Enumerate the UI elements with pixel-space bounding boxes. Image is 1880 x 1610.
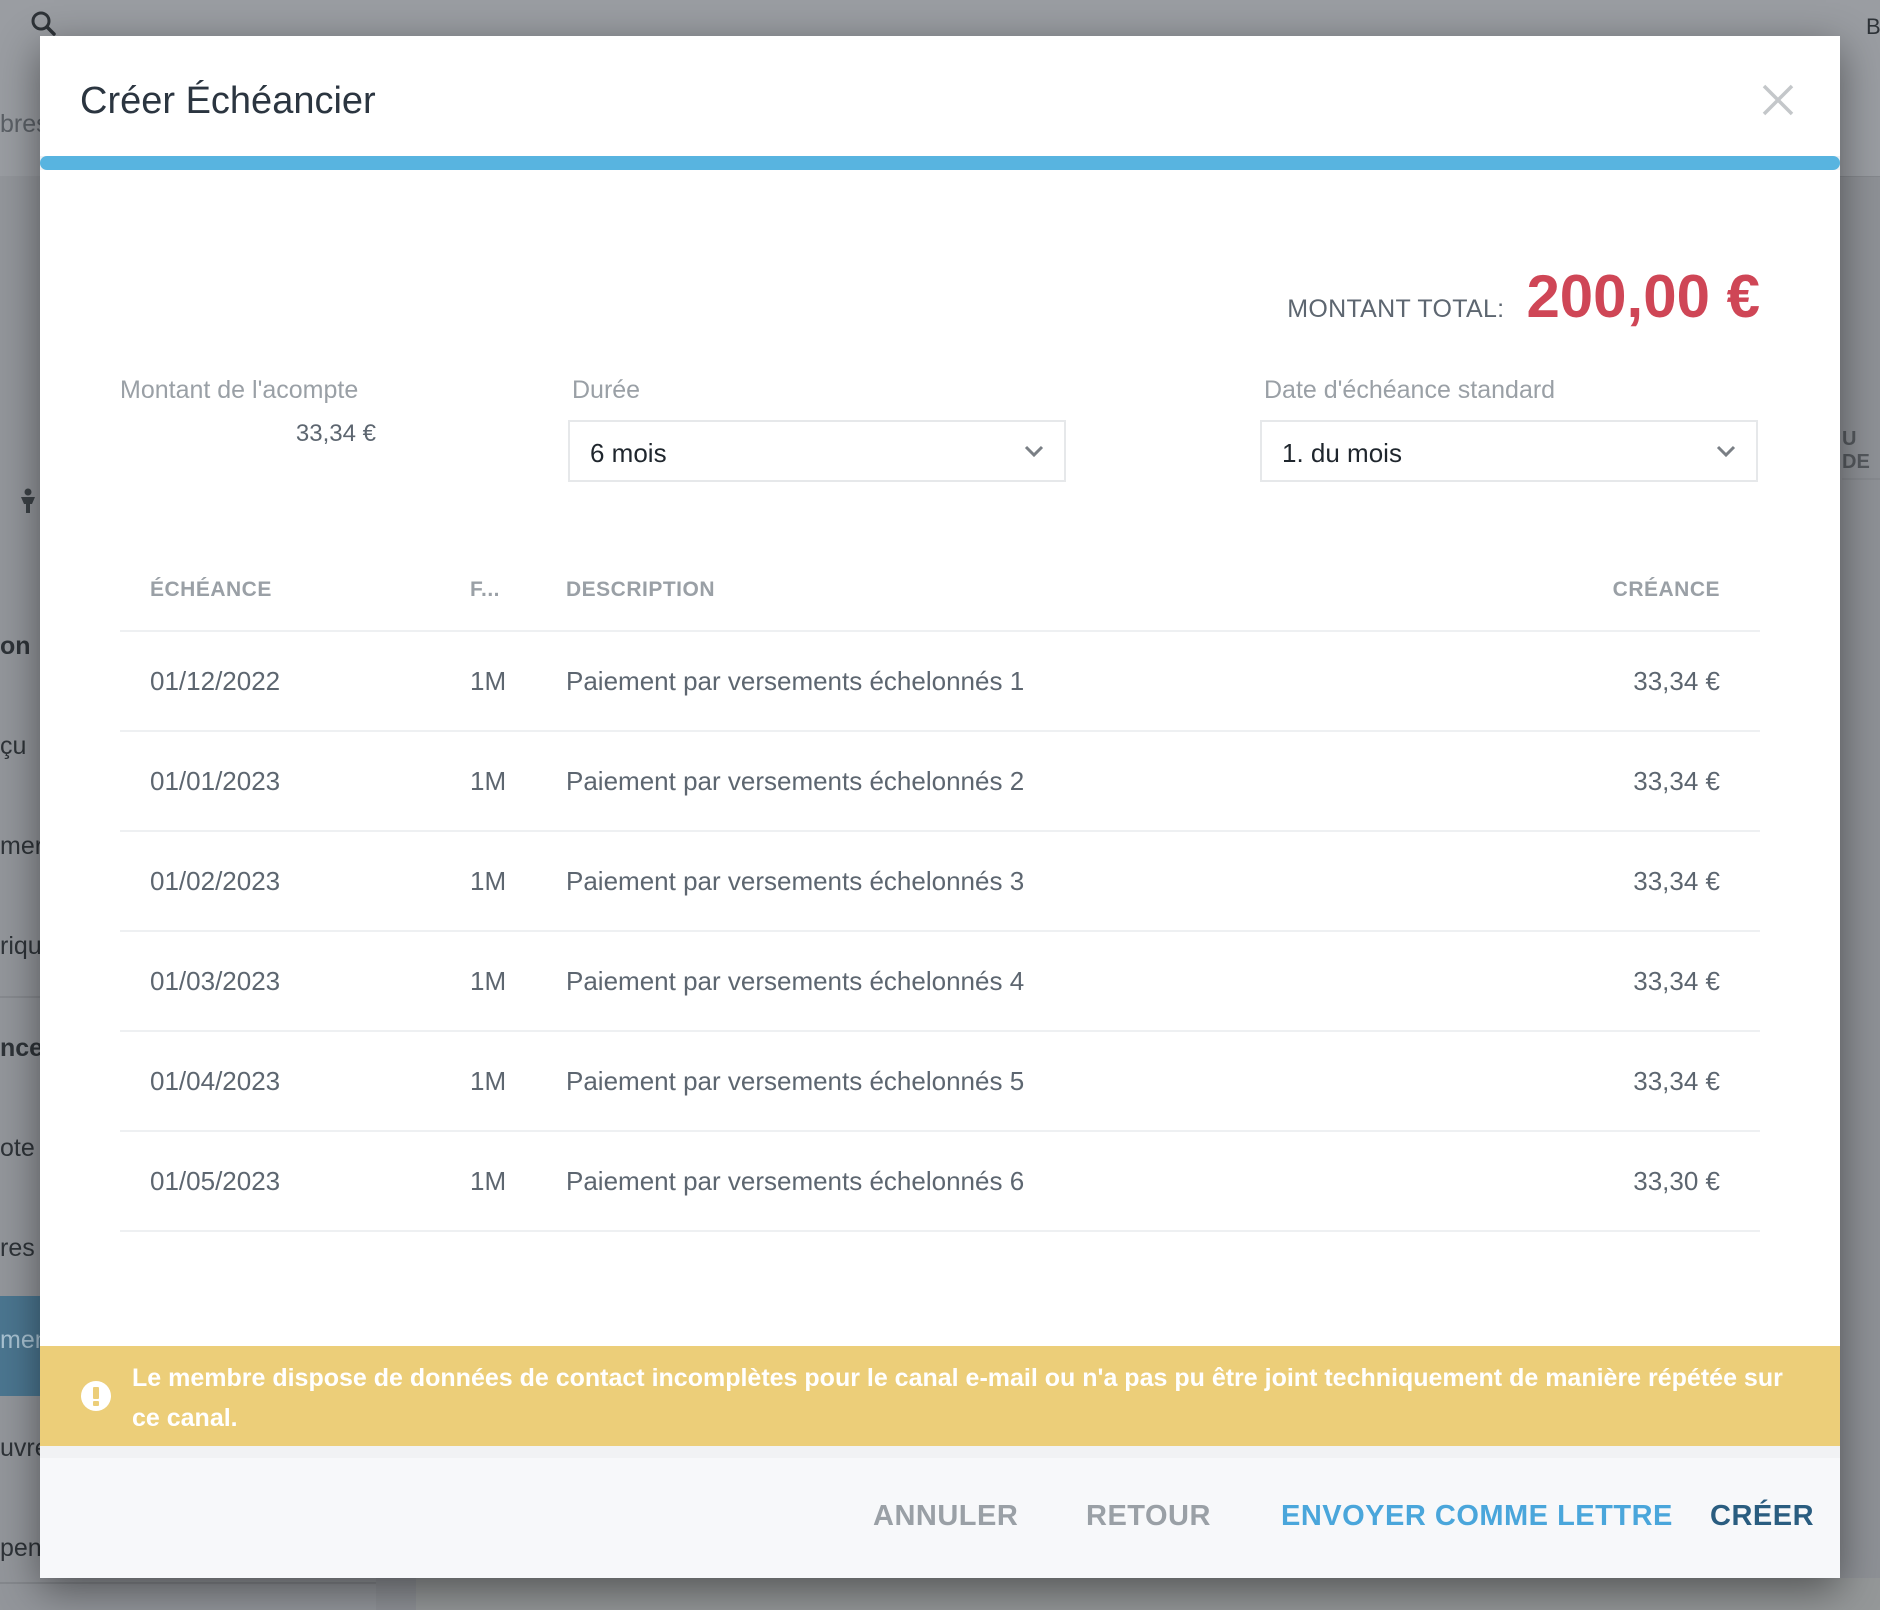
row-amount: 33,34 €	[1633, 666, 1720, 696]
dialog-title: Créer Échéancier	[80, 80, 376, 122]
row-frequency: 1M	[470, 766, 507, 796]
exclamation-circle-icon	[81, 1381, 111, 1411]
deposit-value: 33,34 €	[295, 420, 376, 447]
deposit-label: Montant de l'acompte	[120, 376, 359, 404]
table-row: 01/04/2023 1M Paiement par versements éc…	[120, 1032, 1760, 1132]
table-header: ÉCHÉANCE F... DESCRIPTION CRÉANCE	[120, 546, 1760, 632]
person-icon	[21, 488, 35, 513]
warning-banner: Le membre dispose de données de contact …	[40, 1346, 1840, 1446]
row-amount: 33,34 €	[1633, 966, 1720, 996]
row-description: Paiement par versements échelonnés 1	[566, 666, 1025, 696]
create-schedule-dialog: Créer Échéancier MONTANT TOTAL: 200,00 €…	[40, 36, 1840, 1578]
send-as-letter-button[interactable]: ENVOYER COMME LETTRE	[1281, 1500, 1673, 1533]
table-row: 01/12/2022 1M Paiement par versements éc…	[120, 632, 1760, 732]
schedule-table: ÉCHÉANCE F... DESCRIPTION CRÉANCE 01/12/…	[120, 546, 1760, 1232]
row-amount: 33,34 €	[1633, 766, 1720, 796]
close-icon[interactable]	[1758, 80, 1798, 120]
search-icon	[31, 11, 56, 36]
background-sidebar-fragment: res	[0, 1234, 35, 1262]
column-header-due-date[interactable]: ÉCHÉANCE	[150, 578, 272, 602]
column-header-frequency[interactable]: F...	[470, 578, 500, 602]
row-due-date: 01/04/2023	[150, 1066, 281, 1096]
duration-label: Durée	[572, 376, 641, 404]
progress-bar-fill	[40, 156, 1840, 170]
row-description: Paiement par versements échelonnés 4	[566, 966, 1025, 996]
table-row: 01/03/2023 1M Paiement par versements éc…	[120, 932, 1760, 1032]
background-column-fragment: U DE	[1842, 428, 1870, 473]
row-frequency: 1M	[470, 966, 507, 996]
background-sidebar-fragment: çu	[0, 732, 27, 760]
row-description: Paiement par versements échelonnés 2	[566, 766, 1025, 796]
due-date-select[interactable]: 1. du mois	[1260, 420, 1758, 482]
column-header-amount[interactable]: CRÉANCE	[1613, 578, 1720, 602]
row-due-date: 01/05/2023	[150, 1166, 281, 1196]
chevron-down-icon	[1716, 445, 1736, 458]
row-amount: 33,34 €	[1633, 866, 1720, 896]
chevron-down-icon	[1024, 445, 1044, 458]
row-description: Paiement par versements échelonnés 3	[566, 866, 1025, 896]
column-header-description[interactable]: DESCRIPTION	[566, 578, 715, 602]
cancel-button[interactable]: ANNULER	[873, 1500, 1018, 1533]
background-user-label: B	[1866, 14, 1880, 39]
due-date-select-value: 1. du mois	[1282, 438, 1402, 468]
row-description: Paiement par versements échelonnés 5	[566, 1066, 1025, 1096]
table-row: 01/02/2023 1M Paiement par versements éc…	[120, 832, 1760, 932]
background-sidebar-fragment: on	[0, 632, 31, 660]
background-sidebar-fragment: mer	[0, 832, 44, 860]
total-amount-value: 200,00 €	[1526, 263, 1760, 330]
create-button[interactable]: CRÉER	[1710, 1500, 1814, 1533]
progress-bar	[40, 156, 1840, 170]
row-due-date: 01/01/2023	[150, 766, 281, 796]
background-sidebar-fragment: ote	[0, 1134, 35, 1162]
dialog-footer: ANNULER RETOUR ENVOYER COMME LETTRE CRÉE…	[40, 1446, 1840, 1578]
row-frequency: 1M	[470, 866, 507, 896]
row-due-date: 01/12/2022	[150, 666, 281, 696]
row-amount: 33,30 €	[1633, 1166, 1720, 1196]
row-due-date: 01/02/2023	[150, 866, 281, 896]
background-sidebar-fragment: riqu	[0, 932, 42, 960]
background-panel	[416, 1578, 1880, 1610]
table-row: 01/05/2023 1M Paiement par versements éc…	[120, 1132, 1760, 1232]
row-frequency: 1M	[470, 1066, 507, 1096]
row-frequency: 1M	[470, 1166, 507, 1196]
duration-select[interactable]: 6 mois	[568, 420, 1066, 482]
row-description: Paiement par versements échelonnés 6	[566, 1166, 1025, 1196]
table-row: 01/01/2023 1M Paiement par versements éc…	[120, 732, 1760, 832]
back-button[interactable]: RETOUR	[1086, 1500, 1211, 1533]
background-divider	[0, 1582, 376, 1584]
row-due-date: 01/03/2023	[150, 966, 281, 996]
warning-message: Le membre dispose de données de contact …	[132, 1364, 1783, 1432]
row-frequency: 1M	[470, 666, 507, 696]
row-amount: 33,34 €	[1633, 1066, 1720, 1096]
duration-select-value: 6 mois	[590, 438, 667, 468]
total-amount-label: MONTANT TOTAL:	[1287, 295, 1505, 323]
due-date-label: Date d'échéance standard	[1264, 376, 1556, 404]
total-amount: MONTANT TOTAL: 200,00 €	[1287, 262, 1760, 331]
background-divider	[1842, 478, 1880, 480]
